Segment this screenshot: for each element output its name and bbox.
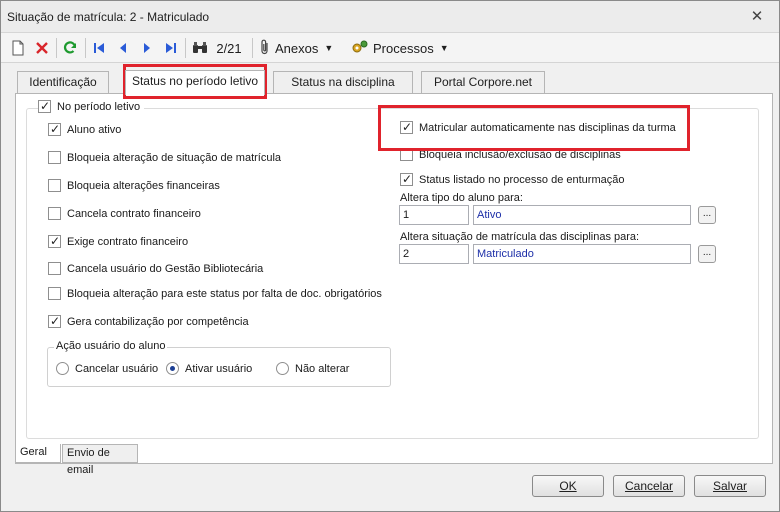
checkbox-box (48, 314, 61, 328)
tipo-aluno-lookup-button[interactable]: ... (698, 206, 716, 224)
bloqueia-docs-checkbox[interactable]: Bloqueia alteração para este status por … (48, 287, 382, 300)
binoculars-icon[interactable] (190, 38, 210, 58)
checkbox-label: Bloqueia alteração de situação de matríc… (67, 151, 282, 164)
dialog-window: Situação de matrícula: 2 - Matriculado ✕ (0, 0, 780, 512)
title-bar: Situação de matrícula: 2 - Matriculado ✕ (1, 1, 779, 33)
situacao-disciplinas-description-input[interactable]: Matriculado (473, 244, 691, 264)
chevron-down-icon: ▼ (324, 43, 334, 53)
periodo-letivo-label: No período letivo (57, 100, 141, 113)
nao-alterar-radio[interactable]: Não alterar (276, 362, 349, 375)
exige-contrato-checkbox[interactable]: Exige contrato financeiro (48, 234, 189, 248)
toolbar-separator (252, 38, 253, 58)
checkbox-label: Matricular automaticamente nas disciplin… (419, 121, 676, 134)
cancel-button[interactable]: Cancelar (613, 475, 685, 497)
periodo-letivo-checkbox[interactable]: No período letivo (38, 99, 145, 113)
checkbox-box (400, 148, 413, 161)
cancela-usuario-biblioteca-checkbox[interactable]: Cancela usuário do Gestão Bibliotecária (48, 262, 263, 275)
tab-status-disciplina[interactable]: Status na disciplina (273, 71, 413, 94)
processes-gear-icon (351, 39, 369, 58)
radio-button (166, 362, 179, 375)
checkbox-box (48, 179, 61, 192)
checkbox-box (48, 234, 61, 248)
radio-label: Ativar usuário (185, 362, 253, 375)
bloqueia-inclusao-checkbox[interactable]: Bloqueia inclusão/exclusão de disciplina… (400, 148, 621, 161)
subtab-envio-email[interactable]: Envio de email (62, 444, 138, 476)
ativar-usuario-radio[interactable]: Ativar usuário (166, 362, 252, 375)
cancelar-usuario-radio[interactable]: Cancelar usuário (56, 362, 158, 375)
toolbar-separator (85, 38, 86, 58)
checkbox-label: Aluno ativo (67, 123, 122, 136)
situacao-disciplinas-label: Altera situação de matrícula das discipl… (400, 231, 640, 243)
ok-button-label: OK (559, 479, 577, 493)
checkbox-label: Gera contabilização por competência (67, 315, 249, 328)
checkbox-box (400, 120, 413, 134)
checkbox-box (400, 172, 413, 186)
tab-identificacao[interactable]: Identificação (17, 71, 109, 94)
previous-record-icon[interactable] (114, 38, 132, 58)
toolbar-separator (56, 38, 57, 58)
delete-icon[interactable] (33, 38, 51, 58)
refresh-icon[interactable] (60, 38, 80, 58)
tipo-aluno-code-input[interactable]: 1 (399, 205, 469, 225)
bloqueia-financeiras-checkbox[interactable]: Bloqueia alterações financeiras (48, 179, 220, 192)
first-record-icon[interactable] (90, 38, 108, 58)
checkbox-box (48, 151, 61, 164)
checkbox-label: Cancela contrato financeiro (67, 207, 201, 220)
tipo-aluno-label: Altera tipo do aluno para: (400, 192, 523, 204)
matricular-automaticamente-checkbox[interactable]: Matricular automaticamente nas disciplin… (400, 120, 676, 134)
processes-button[interactable]: Processos ▼ (351, 38, 451, 58)
checkbox-label: Status listado no processo de enturmação (419, 173, 625, 186)
aluno-ativo-checkbox[interactable]: Aluno ativo (48, 122, 122, 136)
status-listado-checkbox[interactable]: Status listado no processo de enturmação (400, 172, 625, 186)
checkbox-label: Exige contrato financeiro (67, 235, 189, 248)
group-title: Ação usuário do aluno (54, 340, 168, 352)
cancel-button-label: Cancelar (624, 479, 674, 493)
subtab-geral[interactable]: Geral (15, 444, 61, 463)
checkbox-box (48, 287, 61, 300)
checkbox-label: Bloqueia alteração para este status por … (67, 287, 382, 300)
new-document-icon[interactable] (9, 38, 27, 58)
record-position: 2/21 (216, 40, 242, 56)
attachments-label: Anexos (275, 40, 319, 56)
tab-status-periodo-letivo[interactable]: Status no período letivo (125, 70, 265, 95)
radio-label: Cancelar usuário (75, 362, 159, 375)
radio-button (276, 362, 289, 375)
checkbox-box (48, 262, 61, 275)
cancela-contrato-checkbox[interactable]: Cancela contrato financeiro (48, 207, 201, 220)
last-record-icon[interactable] (162, 38, 180, 58)
bloqueia-situacao-checkbox[interactable]: Bloqueia alteração de situação de matríc… (48, 151, 281, 164)
tab-portal-corpore[interactable]: Portal Corpore.net (421, 71, 545, 94)
gera-contabilizacao-checkbox[interactable]: Gera contabilização por competência (48, 314, 249, 328)
checkbox-label: Bloqueia alterações financeiras (67, 179, 220, 192)
chevron-down-icon: ▼ (439, 43, 449, 53)
checkbox-label: Cancela usuário do Gestão Bibliotecária (67, 262, 264, 275)
next-record-icon[interactable] (138, 38, 156, 58)
situacao-disciplinas-lookup-button[interactable]: ... (698, 245, 716, 263)
situacao-disciplinas-code-input[interactable]: 2 (399, 244, 469, 264)
checkbox-box (48, 207, 61, 220)
save-button[interactable]: Salvar (694, 475, 766, 497)
attachments-button[interactable]: Anexos ▼ (259, 38, 349, 58)
paperclip-icon (259, 39, 271, 58)
checkbox-box (48, 122, 61, 136)
processes-label: Processos (373, 40, 434, 56)
radio-label: Não alterar (295, 362, 350, 375)
tab-panel: No período letivo Aluno ativo Bloqueia a… (15, 93, 773, 464)
tipo-aluno-description-input[interactable]: Ativo (473, 205, 691, 225)
checkbox-box (38, 99, 51, 113)
window-title: Situação de matrícula: 2 - Matriculado (7, 10, 210, 24)
toolbar-separator (185, 38, 186, 58)
checkbox-label: Bloqueia inclusão/exclusão de disciplina… (419, 148, 621, 161)
toolbar: 2/21 Anexos ▼ Processos ▼ (1, 33, 779, 63)
acao-usuario-group: Ação usuário do aluno Cancelar usuário A… (47, 340, 391, 387)
radio-button (56, 362, 69, 375)
save-button-label: Salvar (712, 479, 747, 493)
ok-button[interactable]: OK (532, 475, 604, 497)
close-button[interactable]: ✕ (747, 7, 767, 27)
